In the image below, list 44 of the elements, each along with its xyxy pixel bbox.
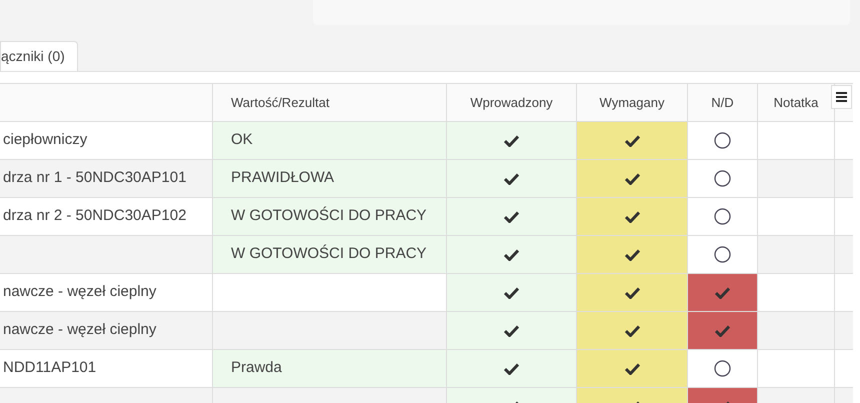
nd-cell[interactable] [688, 274, 758, 311]
nd-cell[interactable] [688, 236, 758, 273]
table-cell-text: nawcze - węzeł cieplny [3, 282, 156, 302]
value-cell: Prawda [213, 350, 447, 387]
tab[interactable]: ączniki (0) [0, 41, 78, 71]
value-cell: OK [213, 122, 447, 159]
check-icon [504, 362, 519, 374]
table-cell-text: NDD11AP101 [3, 358, 96, 378]
menu-icon [836, 92, 847, 102]
table-cell-text: drza nr 2 - 50NDC30AP102 [3, 206, 186, 226]
column-header: N/D [711, 94, 734, 112]
check-icon [715, 324, 730, 336]
radio-icon [714, 132, 731, 149]
table-cell-text: nawcze - węzeł cieplny [3, 320, 156, 340]
menu-button[interactable] [831, 85, 852, 109]
radio-icon [714, 208, 731, 225]
column-header: Notatka [774, 94, 818, 112]
nd-cell[interactable] [688, 160, 758, 197]
value-cell: W GOTOWOŚCI DO PRACY [213, 236, 447, 273]
check-icon [624, 210, 640, 222]
check-icon [504, 172, 519, 184]
radio-icon [714, 360, 731, 377]
check-icon [624, 324, 640, 336]
check-icon [624, 248, 640, 260]
nd-cell[interactable] [688, 312, 758, 349]
check-icon [624, 362, 640, 374]
check-icon [624, 134, 640, 146]
check-icon [504, 286, 519, 298]
radio-icon [714, 170, 731, 187]
column-header: Wprowadzony [470, 94, 553, 112]
column-header: Wartość/Rezultat [231, 94, 330, 112]
radio-icon [714, 246, 731, 263]
column-header: Wymagany [600, 94, 664, 112]
value-cell: W GOTOWOŚCI DO PRACY [213, 198, 447, 235]
check-icon [504, 210, 519, 222]
check-icon [504, 134, 519, 146]
check-icon [715, 286, 730, 298]
check-icon [504, 324, 519, 336]
table-cell-text: ciepłowniczy [3, 130, 88, 150]
table-cell-text: drza nr 1 - 50NDC30AP101 [3, 168, 186, 188]
check-icon [624, 172, 640, 184]
check-icon [504, 248, 519, 260]
check-icon [624, 286, 640, 298]
value-cell: PRAWIDŁOWA [213, 160, 447, 197]
